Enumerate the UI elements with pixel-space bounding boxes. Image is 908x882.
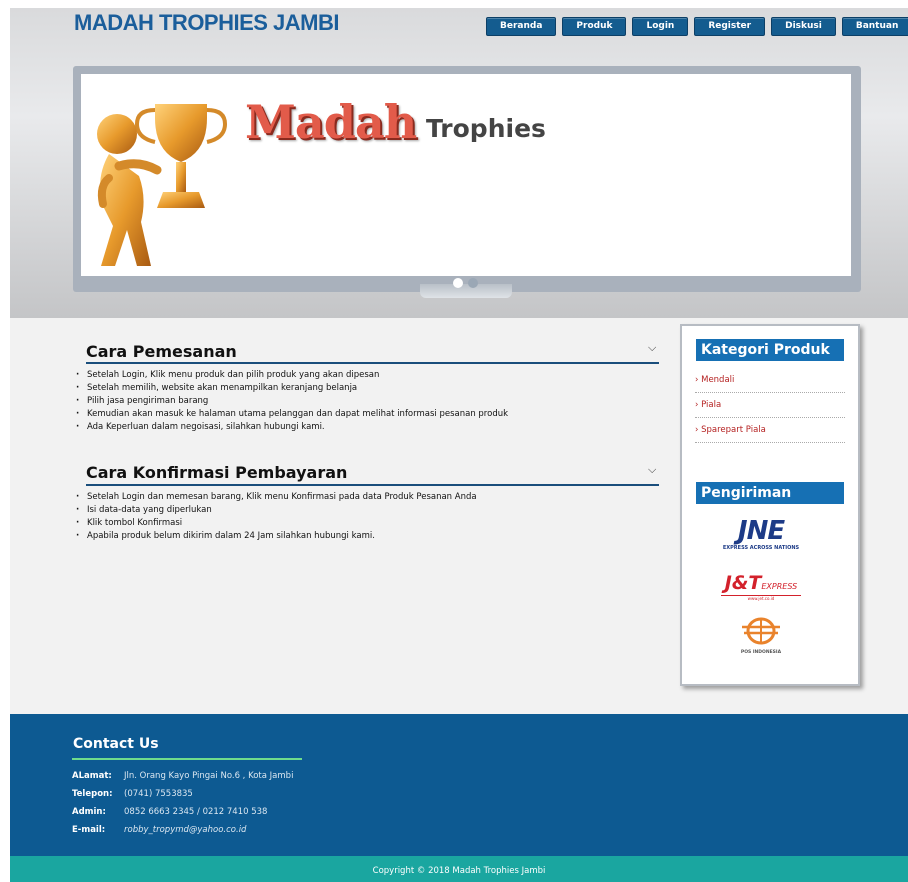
nav-register-button[interactable]: Register (694, 17, 766, 36)
contact-label: E-mail: (72, 825, 106, 835)
category-item-mendali[interactable]: Mendali (695, 368, 845, 393)
contact-row-admin: Admin: 0852 6663 2345 / 0212 7410 538 (72, 807, 267, 817)
pos-indonesia-emblem-icon (742, 617, 780, 645)
chevron-down-icon[interactable]: ⌵ (648, 463, 656, 477)
jnt-url: www.jet.co.id (747, 596, 775, 601)
jne-tagline: EXPRESS ACROSS NATIONS (722, 545, 800, 551)
category-heading: Kategori Produk (696, 339, 844, 361)
banner-brand-madah: Madah (245, 95, 417, 149)
contact-value: (0741) 7553835 (124, 789, 193, 799)
chevron-down-icon[interactable]: ⌵ (648, 341, 656, 355)
site-title[interactable]: MADAH TROPHIES JAMBI (74, 10, 340, 36)
list-cara-konfirmasi: Setelah Login dan memesan barang, Klik m… (76, 491, 477, 543)
section-divider (86, 484, 659, 486)
category-list: Mendali Piala Sparepart Piala (695, 368, 845, 443)
contact-title: Contact Us (73, 736, 159, 752)
contact-value: Jln. Orang Kayo Pingai No.6 , Kota Jambi (124, 771, 294, 781)
contact-row-address: ALamat: Jln. Orang Kayo Pingai No.6 , Ko… (72, 771, 293, 781)
slide-dot-2[interactable] (468, 278, 478, 288)
main-content: Cara Pemesanan ⌵ Setelah Login, Klik men… (10, 318, 908, 714)
pos-indonesia-logo: POS INDONESIA (706, 616, 816, 655)
footer: Contact Us ALamat: Jln. Orang Kayo Pinga… (10, 714, 908, 856)
sidebar: Kategori Produk Mendali Piala Sparepart … (680, 324, 860, 686)
contact-label: ALamat: (72, 771, 112, 781)
page: MADAH TROPHIES JAMBI Beranda Produk Logi… (10, 8, 908, 882)
list-cara-pemesanan: Setelah Login, Klik menu produk dan pili… (76, 369, 508, 434)
main-nav: Beranda Produk Login Register Diskusi Ba… (486, 17, 908, 36)
list-item: Ada Keperluan dalam negoisasi, silahkan … (76, 421, 508, 434)
list-item: Setelah Login, Klik menu produk dan pili… (76, 369, 508, 382)
contact-underline (72, 758, 302, 760)
jne-logo: JNE EXPRESS ACROSS NATIONS (706, 518, 816, 551)
copyright-bar: Copyright © 2018 Madah Trophies Jambi (10, 856, 908, 882)
banner-slide: Madah Trophies (81, 74, 851, 276)
nav-diskusi-button[interactable]: Diskusi (771, 17, 836, 36)
list-item: Setelah Login dan memesan barang, Klik m… (76, 491, 477, 504)
jnt-logo-suffix: EXPRESS (761, 582, 798, 591)
jnt-logo: J&TEXPRESS www.jet.co.id (706, 572, 816, 601)
contact-label: Telepon: (72, 789, 113, 799)
jne-logo-text: JNE (737, 516, 785, 546)
jnt-logo-text: J&T (724, 572, 762, 594)
section-title-cara-pemesanan: Cara Pemesanan (86, 342, 237, 361)
list-item: Apabila produk belum dikirim dalam 24 Ja… (76, 530, 477, 543)
section-title-cara-konfirmasi: Cara Konfirmasi Pembayaran (86, 463, 348, 482)
email-link[interactable]: robby_tropymd@yahoo.co.id (124, 825, 246, 835)
slider-stand (420, 284, 512, 298)
contact-label: Admin: (72, 807, 106, 817)
section-divider (86, 362, 659, 364)
shipping-heading: Pengiriman (696, 482, 844, 504)
slide-dot-1[interactable] (453, 278, 463, 288)
contact-row-email: E-mail: robby_tropymd@yahoo.co.id (72, 825, 246, 835)
list-item: Kemudian akan masuk ke halaman utama pel… (76, 408, 508, 421)
category-item-piala[interactable]: Piala (695, 393, 845, 418)
contact-value: 0852 6663 2345 / 0212 7410 538 (124, 807, 268, 817)
nav-bantuan-button[interactable]: Bantuan (841, 17, 908, 36)
nav-produk-button[interactable]: Produk (562, 17, 627, 36)
list-item: Pilih jasa pengiriman barang (76, 395, 508, 408)
banner-slider: Madah Trophies (73, 66, 861, 292)
header-band: MADAH TROPHIES JAMBI Beranda Produk Logi… (10, 8, 908, 318)
contact-row-phone: Telepon: (0741) 7553835 (72, 789, 193, 799)
banner-brand-trophies: Trophies (426, 114, 546, 143)
nav-beranda-button[interactable]: Beranda (486, 17, 557, 36)
category-item-sparepart-piala[interactable]: Sparepart Piala (695, 418, 845, 443)
pos-indonesia-text: POS INDONESIA (740, 650, 782, 655)
list-item: Isi data-data yang diperlukan (76, 504, 477, 517)
list-item: Setelah memilih, website akan menampilka… (76, 382, 508, 395)
list-item: Klik tombol Konfirmasi (76, 517, 477, 530)
trophy-figure-icon (97, 104, 228, 266)
nav-login-button[interactable]: Login (632, 17, 689, 36)
